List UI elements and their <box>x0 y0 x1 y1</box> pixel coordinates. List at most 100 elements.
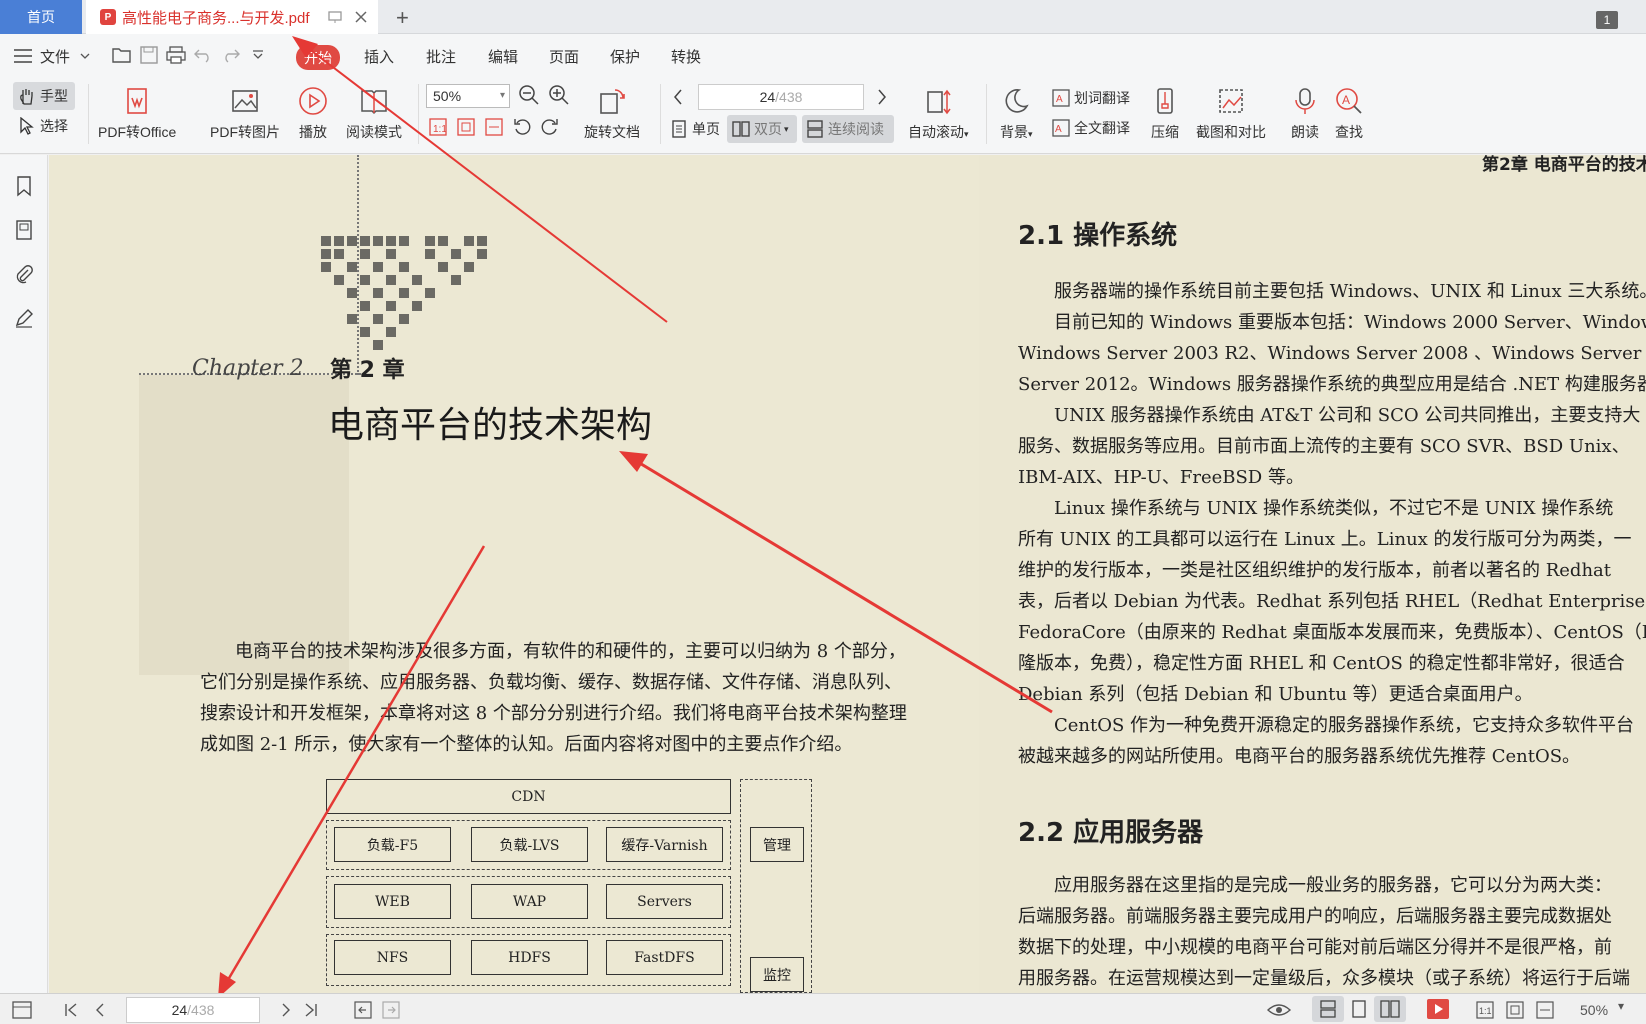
tab-home[interactable]: 首页 <box>0 0 82 34</box>
double-view-icon[interactable] <box>1380 1000 1400 1018</box>
actual-size-icon[interactable]: 1:1 <box>1476 1001 1494 1019</box>
menu-file[interactable]: 文件 <box>40 46 70 67</box>
status-zoom-level[interactable]: 50% <box>1580 1002 1608 1018</box>
fit-page-icon[interactable] <box>1506 1001 1524 1019</box>
signature-icon[interactable] <box>13 307 35 329</box>
word-translate-label: 划词翻译 <box>1074 90 1130 106</box>
full-translate-icon: A <box>1052 119 1070 137</box>
fit-width-icon[interactable] <box>484 117 504 137</box>
window-count-badge[interactable]: 1 <box>1596 11 1618 29</box>
hand-tool-label: 手型 <box>40 88 68 104</box>
zoom-in-icon[interactable] <box>548 84 570 106</box>
menu-edit[interactable]: 编辑 <box>488 46 518 67</box>
chevron-down-icon[interactable] <box>80 53 90 59</box>
next-page-icon[interactable] <box>280 1002 292 1018</box>
single-view-icon[interactable] <box>1350 1000 1368 1018</box>
fit-page-icon[interactable] <box>456 117 476 137</box>
menu-convert[interactable]: 转换 <box>671 46 701 67</box>
play-slideshow-icon[interactable] <box>1426 998 1450 1020</box>
double-page-button[interactable]: 双页 ▾ <box>732 119 789 139</box>
quick-access-dropdown-icon[interactable] <box>252 50 264 60</box>
fit-width-icon[interactable] <box>1536 1001 1554 1019</box>
actual-size-icon[interactable]: 1:1 <box>428 117 448 137</box>
continuous-view-icon[interactable] <box>1318 1000 1338 1018</box>
forward-history-icon[interactable] <box>382 1001 400 1019</box>
body-line: 应用服务器在这里指的是完成一般业务的服务器，它可以分为两大类： <box>1054 875 1612 896</box>
read-mode-button[interactable]: 阅读模式 <box>346 86 402 142</box>
body-line: Server 2012。Windows 服务器操作系统的典型应用是结合 .NET… <box>1018 374 1646 395</box>
double-page-label: 双页 <box>754 121 782 137</box>
screenshot-compare-button[interactable]: 截图和对比 <box>1196 86 1266 142</box>
thumbnail-icon[interactable] <box>13 219 35 241</box>
hamburger-menu-icon[interactable] <box>14 49 32 63</box>
next-page-icon[interactable] <box>876 88 888 106</box>
single-page-button[interactable]: 单页 <box>670 119 720 139</box>
rotate-right-icon[interactable] <box>540 117 560 137</box>
open-folder-icon[interactable] <box>112 46 132 64</box>
body-line: 被越来越多的网站所使用。电商平台的服务器系统优先推荐 CentOS。 <box>1018 746 1581 767</box>
find-button[interactable]: A 查找 <box>1334 86 1364 142</box>
full-translate-button[interactable]: A 全文翻译 <box>1052 118 1130 138</box>
tab-document-title: 高性能电子商务...与开发.pdf <box>122 9 310 27</box>
menu-annotate[interactable]: 批注 <box>426 46 456 67</box>
current-page-value: 24 <box>759 89 776 105</box>
menu-page[interactable]: 页面 <box>549 46 579 67</box>
chevron-down-icon[interactable]: ▾ <box>1618 999 1624 1013</box>
hand-tool-button[interactable]: 手型 <box>18 86 68 106</box>
body-line: UNIX 服务器操作系统由 AT&T 公司和 SCO 公司共同推出，主要支持大 <box>1054 405 1641 426</box>
pdf-to-image-button[interactable]: PDF转图片 <box>210 86 280 142</box>
diagram-box: 缓存-Varnish <box>606 827 723 862</box>
sidebar-toggle-icon[interactable] <box>12 1001 32 1019</box>
zoom-out-icon[interactable] <box>518 84 540 106</box>
screen-icon[interactable] <box>328 10 342 24</box>
save-icon[interactable] <box>140 46 158 64</box>
zoom-level-value: 50% <box>433 88 462 104</box>
previous-page-icon[interactable] <box>672 88 684 106</box>
compress-button[interactable]: 压缩 <box>1150 86 1180 142</box>
body-line: 它们分别是操作系统、应用服务器、负载均衡、缓存、数据存储、文件存储、消息队列、 <box>200 672 902 693</box>
pdf-file-icon: P <box>100 9 116 25</box>
menu-insert[interactable]: 插入 <box>364 46 394 67</box>
rotate-left-icon[interactable] <box>512 117 532 137</box>
chapter-title: 电商平台的技术架构 <box>328 405 653 446</box>
body-line: CentOS 作为一种免费开源稳定的服务器操作系统，它支持众多软件平台 <box>1054 715 1635 736</box>
print-icon[interactable] <box>166 46 186 64</box>
auto-scroll-button[interactable]: 自动滚动▾ <box>908 86 969 142</box>
select-tool-label: 选择 <box>40 118 68 134</box>
pdf-to-office-button[interactable]: PDF转Office <box>98 86 176 142</box>
rotate-document-button[interactable]: 旋转文档 <box>584 86 640 142</box>
play-icon <box>299 87 327 115</box>
back-history-icon[interactable] <box>354 1001 372 1019</box>
first-page-icon[interactable] <box>64 1002 78 1018</box>
chapter-script-label: Chapter 2 <box>192 356 304 381</box>
redo-icon[interactable] <box>222 47 240 63</box>
new-tab-button[interactable]: + <box>396 5 409 31</box>
tab-document[interactable]: P 高性能电子商务...与开发.pdf <box>86 0 378 34</box>
close-icon[interactable] <box>354 10 368 24</box>
previous-page-icon[interactable] <box>94 1002 106 1018</box>
menu-bar: 文件 插入 批注 编辑 页面 保护 转换 <box>0 34 1646 76</box>
word-translate-icon: A <box>1052 89 1070 107</box>
diagram-box-cdn: CDN <box>326 779 731 814</box>
pdf-to-image-label: PDF转图片 <box>210 124 280 140</box>
undo-icon[interactable] <box>194 47 212 63</box>
attachment-icon[interactable] <box>13 263 35 285</box>
pdf-to-image-icon <box>232 90 258 112</box>
read-aloud-button[interactable]: 朗读 <box>1290 86 1320 142</box>
status-page-number-input[interactable]: 24/438 <box>126 997 260 1023</box>
select-tool-button[interactable]: 选择 <box>18 116 68 136</box>
eye-protection-icon[interactable] <box>1266 1000 1292 1020</box>
screenshot-compare-label: 截图和对比 <box>1196 124 1266 140</box>
bookmark-icon[interactable] <box>13 175 35 197</box>
play-button[interactable]: 播放 <box>298 86 328 142</box>
menu-protect[interactable]: 保护 <box>610 46 640 67</box>
body-line: IBM-AIX、HP-U、FreeBSD 等。 <box>1018 467 1304 488</box>
zoom-level-select[interactable]: 50% ▾ <box>426 84 510 108</box>
page-number-input[interactable]: 24/438 <box>698 84 864 110</box>
background-button[interactable]: 背景▾ <box>1000 86 1033 142</box>
continuous-reading-button[interactable]: 连续阅读 <box>806 119 884 139</box>
body-line: 隆版本，免费），稳定性方面 RHEL 和 CentOS 的稳定性都非常好，很适合 <box>1018 653 1625 674</box>
last-page-icon[interactable] <box>304 1002 318 1018</box>
menu-start[interactable]: 开始 <box>296 45 340 70</box>
word-translate-button[interactable]: A 划词翻译 <box>1052 88 1130 108</box>
